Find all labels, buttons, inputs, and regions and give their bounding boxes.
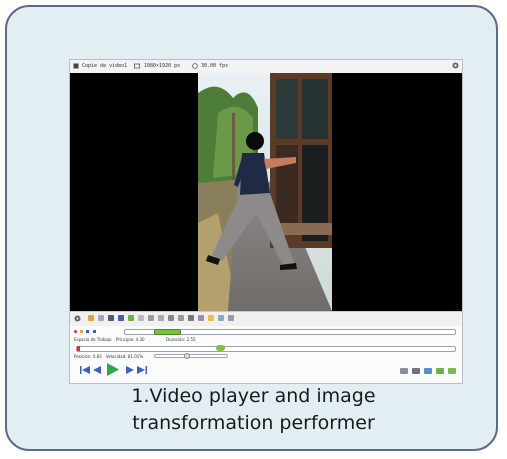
export-data-button[interactable] bbox=[448, 368, 456, 374]
pen-tool-icon[interactable] bbox=[128, 315, 134, 321]
marker-icon[interactable] bbox=[74, 330, 77, 333]
arrow-tool-icon[interactable] bbox=[158, 315, 164, 321]
video-frame bbox=[198, 73, 332, 311]
duration-label: Duración: 2.55 bbox=[166, 337, 196, 342]
window-title: Copie de video1 bbox=[82, 63, 128, 69]
play-icon[interactable] bbox=[107, 363, 119, 376]
workspace-label: Espacio de Trabajo bbox=[74, 337, 112, 342]
playback-controls: Espacio de Trabajo Principio: 4.30 Durac… bbox=[70, 326, 462, 383]
position-track[interactable] bbox=[76, 346, 456, 352]
speed-slider-handle[interactable] bbox=[184, 353, 190, 359]
title-bar: Copie de video1 1080×1920 px 30.00 fps bbox=[70, 60, 462, 74]
marker-out-icon[interactable] bbox=[86, 330, 89, 333]
rectangle-tool-icon[interactable] bbox=[118, 315, 124, 321]
video-viewport[interactable] bbox=[70, 73, 462, 311]
line-tool-icon[interactable] bbox=[148, 315, 154, 321]
step-back-icon[interactable] bbox=[93, 366, 101, 374]
fps-icon bbox=[192, 63, 198, 69]
resolution-icon bbox=[134, 63, 140, 69]
position-label: Posición: 0.83 bbox=[74, 354, 102, 359]
app-icon bbox=[73, 63, 79, 69]
edit-toolbar bbox=[70, 311, 462, 327]
fps-label: 30.00 fps bbox=[201, 63, 229, 69]
caption-line-2: transformation performer bbox=[132, 412, 375, 434]
position-marker[interactable] bbox=[77, 346, 80, 351]
marker-goto-icon[interactable] bbox=[93, 330, 96, 333]
speed-slider[interactable] bbox=[154, 354, 228, 358]
pencil-tool-icon[interactable] bbox=[198, 315, 204, 321]
snapshot-button[interactable] bbox=[400, 368, 408, 374]
skip-forward-icon[interactable] bbox=[137, 366, 147, 374]
magnifier-tool-icon[interactable] bbox=[218, 315, 224, 321]
export-sequence-button[interactable] bbox=[436, 368, 444, 374]
highlighter-tool-icon[interactable] bbox=[208, 315, 214, 321]
rotate-tool-icon[interactable] bbox=[138, 315, 144, 321]
timer-tool-icon[interactable] bbox=[188, 315, 194, 321]
resolution-label: 1080×1920 px bbox=[144, 63, 181, 69]
step-forward-icon[interactable] bbox=[126, 366, 134, 374]
marker-in-icon[interactable] bbox=[80, 330, 83, 333]
figure-card: Copie de video1 1080×1920 px 30.00 fps E… bbox=[5, 5, 498, 451]
start-label: Principio: 4.30 bbox=[116, 337, 145, 342]
workspace-range[interactable] bbox=[154, 329, 181, 335]
settings-icon[interactable] bbox=[452, 62, 459, 69]
crop-tool-icon[interactable] bbox=[88, 315, 94, 321]
caption-line-1: 1.Video player and image bbox=[131, 385, 376, 407]
select-tool-icon[interactable] bbox=[108, 315, 114, 321]
save-button[interactable] bbox=[424, 368, 432, 374]
frame-tool-icon[interactable] bbox=[98, 315, 104, 321]
skip-back-icon[interactable] bbox=[80, 366, 90, 374]
current-time-badge bbox=[216, 345, 225, 351]
video-player-window: Copie de video1 1080×1920 px 30.00 fps E… bbox=[69, 59, 463, 384]
video-export-button[interactable] bbox=[412, 368, 420, 374]
plus-tool-icon[interactable] bbox=[168, 315, 174, 321]
gear-icon[interactable] bbox=[74, 315, 81, 322]
grid-tool-icon[interactable] bbox=[228, 315, 234, 321]
speed-label: Velocidad: 81.01% bbox=[106, 354, 144, 359]
angle-tool-icon[interactable] bbox=[178, 315, 184, 321]
